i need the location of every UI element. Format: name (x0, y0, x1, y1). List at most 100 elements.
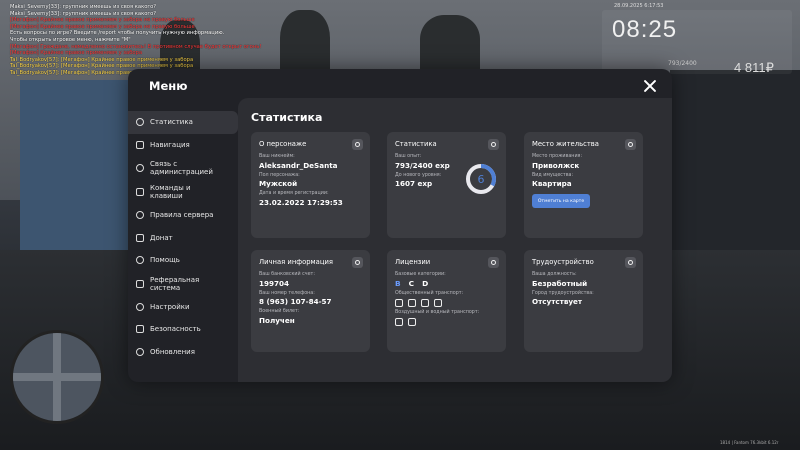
card-about: О персонаже Ваш никнейм: Aleksandr_DeSan… (251, 132, 370, 238)
sidebar-item[interactable]: Обновления (128, 341, 238, 364)
minimap (10, 330, 104, 424)
air-water-icons (395, 318, 498, 326)
sidebar-item-label: Настройки (150, 302, 190, 311)
level-value: 6 (478, 173, 485, 186)
job-icon (625, 257, 636, 268)
place-value: Приволжск (532, 160, 580, 170)
license-categories: B C D (395, 279, 498, 288)
plane-icon (395, 318, 403, 326)
phone-value: 8 (963) 107-84-57 (259, 297, 332, 306)
sidebar-item-label: Команды и клавиши (150, 184, 191, 200)
donate-icon (136, 233, 144, 242)
chat-line: [Мегафон] Крайнее правое применяем у заб… (10, 17, 195, 24)
referral-icon (136, 279, 144, 288)
hud-money: 4 811₽ (734, 60, 774, 75)
sidebar-item[interactable]: Безопасность (128, 318, 238, 341)
chat-line: Чтобы открыть игровое меню, нажмите "M" (10, 36, 131, 43)
hud-date: 28.09.2025 6:17:53 (614, 3, 664, 9)
sidebar-item[interactable]: Навигация (128, 134, 238, 157)
card-title: О персонаже (259, 140, 307, 148)
hud-stat: 793/2400 (668, 60, 697, 67)
sidebar-item[interactable]: Команды и клавиши (128, 180, 238, 204)
field-label: Воздушный и водный транспорт: (395, 310, 480, 315)
shield-icon (136, 325, 144, 334)
nickname-value: Aleksandr_DeSanta (259, 160, 338, 170)
stats-icon (136, 118, 144, 127)
content-title: Статистика (251, 111, 323, 124)
field-label: Пол персонажа: (259, 172, 300, 178)
field-label: Ваш номер телефона: (259, 290, 315, 296)
field-label: Дата и время регистрации: (259, 191, 329, 196)
field-label: Место проживания: (532, 154, 583, 159)
card-job: Трудоустройство Ваша должность: Безработ… (524, 250, 643, 352)
clock-icon (488, 139, 499, 150)
card-title: Статистика (395, 140, 437, 148)
registration-value: 23.02.2022 17:29:53 (259, 197, 343, 207)
sidebar-item[interactable]: Донат (128, 227, 238, 250)
metro-icon (434, 299, 442, 307)
sidebar-item[interactable]: Статистика (128, 111, 238, 134)
bus-icon (395, 299, 403, 307)
chat-line: Maksi_Severny[33]: группник имеешь из св… (10, 4, 157, 10)
sidebar-item-label: Статистика (150, 118, 193, 127)
home-icon (625, 139, 636, 150)
category-c: C (408, 279, 415, 288)
category-b: B (395, 279, 401, 288)
hud-clock: 08:25 (612, 16, 678, 43)
field-label: Вид имущества: (532, 172, 574, 178)
level-progress-ring: 6 (466, 164, 496, 194)
rules-icon (136, 211, 144, 220)
field-label: Город трудоустройства: (532, 290, 594, 296)
card-title: Трудоустройство (532, 258, 594, 266)
card-title: Место жительства (532, 140, 599, 148)
sidebar-item-label: Помощь (150, 256, 180, 265)
hud-version: 1814 | Fantom 76.3kbit 6.12r (720, 440, 779, 445)
menu-title: Меню (149, 79, 188, 93)
sidebar-item[interactable]: Правила сервера (128, 204, 238, 227)
card-title: Личная информация (259, 258, 333, 266)
field-label: Ваш опыт: (395, 154, 422, 159)
content-panel: Статистика О персонаже Ваш никнейм: Alek… (238, 98, 672, 382)
close-icon[interactable] (643, 79, 657, 93)
field-label: Общественный транспорт: (395, 291, 464, 296)
chat-line: Есть вопросы по игре? Введите /report чт… (10, 30, 225, 37)
card-title: Лицензии (395, 258, 431, 266)
headset-icon (136, 164, 144, 172)
sidebar-item[interactable]: Настройки (128, 296, 238, 319)
field-label: Базовые категории: (395, 272, 446, 277)
military-value: Получен (259, 315, 295, 325)
job-city-value: Отсутствует (532, 297, 583, 306)
navigation-icon (136, 140, 144, 149)
sidebar-item[interactable]: Реферальная система (128, 272, 238, 296)
person-icon (352, 257, 363, 268)
user-icon (352, 139, 363, 150)
sidebar-item-label: Реферальная система (150, 275, 200, 292)
sidebar-item-label: Связь с администрацией (150, 160, 213, 176)
sidebar-item[interactable]: Помощь (128, 249, 238, 272)
settings-icon (136, 302, 144, 311)
field-label: Ваш банковский счет: (259, 272, 315, 277)
sidebar: Статистика Навигация Связь с администрацие… (128, 111, 238, 363)
sex-value: Мужской (259, 179, 298, 188)
train-icon (421, 299, 429, 307)
sidebar-item[interactable]: Связь с администрацией (128, 156, 238, 180)
sidebar-item-label: Обновления (150, 347, 195, 356)
tram-icon (408, 299, 416, 307)
sidebar-item-label: Безопасность (150, 325, 201, 334)
category-d: D (422, 279, 429, 288)
mark-on-map-button[interactable]: Отметить на карте (532, 194, 590, 208)
public-transport-icons (395, 299, 498, 307)
game-menu: Меню Статистика Навигация Связь с админист… (128, 69, 672, 382)
bank-value: 199704 (259, 278, 290, 288)
property-value: Квартира (532, 179, 572, 188)
field-label: Ваша должность: (532, 272, 577, 277)
minimap-road (53, 333, 61, 421)
position-value: Безработный (532, 278, 588, 288)
updates-icon (136, 347, 144, 356)
field-label: Ваш никнейм: (259, 154, 295, 159)
card-licenses: Лицензии Базовые категории: B C D Общест… (387, 250, 506, 352)
tree (420, 15, 480, 75)
boat-icon (408, 318, 416, 326)
field-label: Военный билет: (259, 309, 300, 314)
sidebar-item-label: Навигация (150, 140, 190, 149)
